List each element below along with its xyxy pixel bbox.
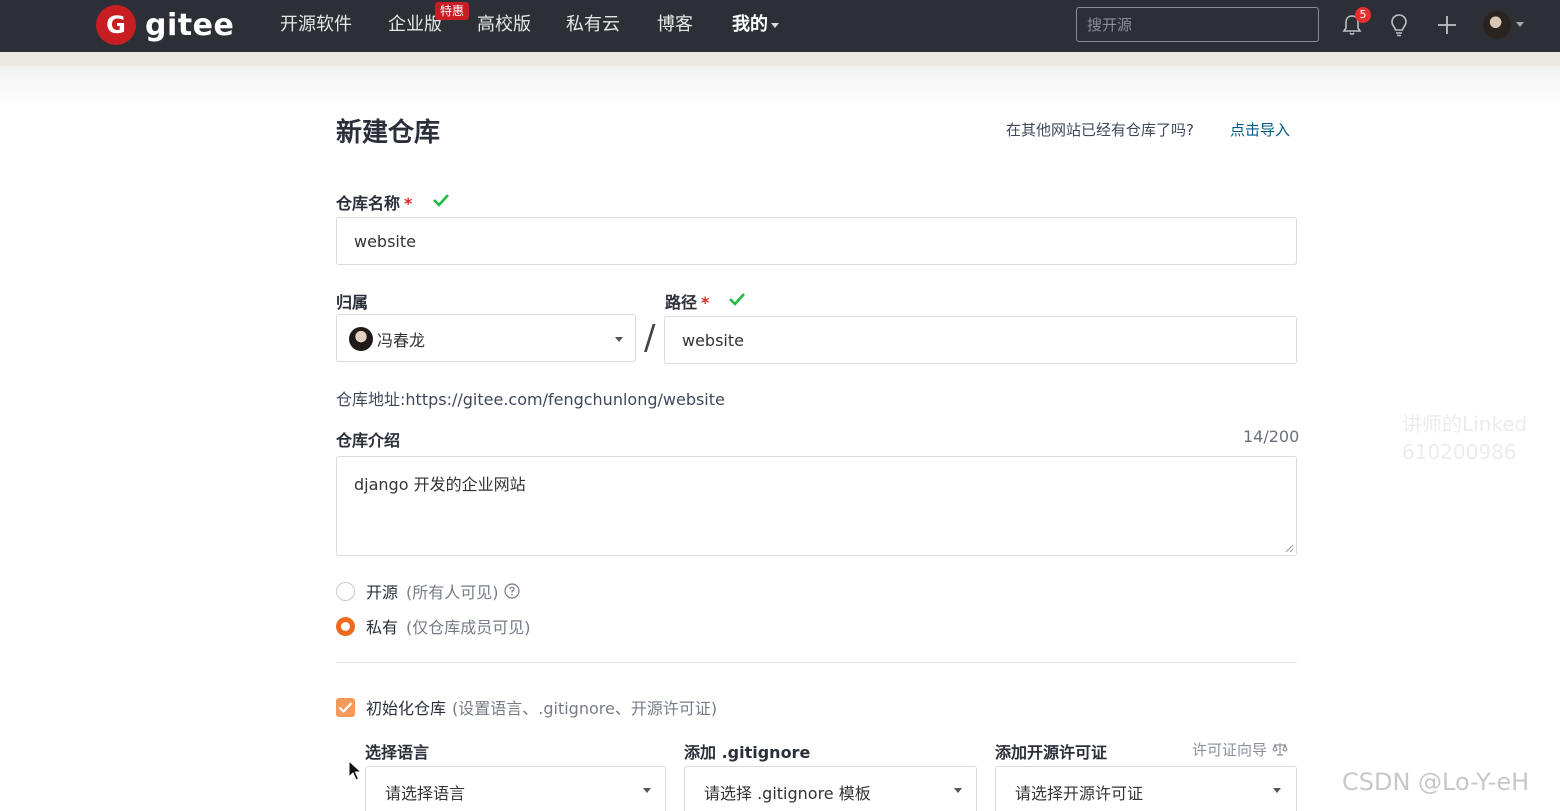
nav-education[interactable]: 高校版 [477,13,531,37]
nav-blog[interactable]: 博客 [657,13,693,37]
visibility-private-option[interactable]: 私有 (仅仓库成员可见) [336,614,531,638]
nav-mine-label: 我的 [732,14,768,35]
language-select[interactable]: 请选择语言 [365,766,666,811]
gitee-logo[interactable]: G gitee [96,5,234,45]
repo-url-line: 仓库地址:https://gitee.com/fengchunlong/webs… [336,386,725,410]
path-input[interactable] [664,316,1297,364]
visibility-public-hint: (所有人可见) [406,583,499,602]
owner-avatar [349,327,373,351]
owner-name: 冯春龙 [377,331,426,350]
gitignore-label: 添加 .gitignore [684,743,811,762]
watermark-line-2: 610200986 [1402,440,1517,464]
init-repo-label: 初始化仓库 [366,699,447,718]
navbar-shadow-strip [0,52,1560,66]
valid-check-icon [433,194,449,207]
csdn-watermark: CSDN @Lo-Y-eH [1342,768,1530,796]
help-icon[interactable] [503,583,520,599]
license-guide-text: 许可证向导 [1192,741,1268,759]
path-label-text: 路径 [665,293,698,312]
init-repo-checkbox[interactable] [336,697,355,717]
page-title: 新建仓库 [336,118,441,148]
valid-check-icon [729,293,745,306]
path-label: 路径 * [665,289,709,313]
top-navbar: G gitee 开源软件 企业版 特惠 高校版 私有云 博客 我的 5 [0,0,1560,52]
license-select[interactable]: 请选择开源许可证 [995,766,1297,811]
chevron-down-icon [615,337,623,342]
chevron-down-icon [954,788,962,793]
visibility-public-radio[interactable] [336,581,355,601]
visibility-public-label: 开源 [366,583,399,602]
description-counter: 14/200 [1243,427,1300,446]
owner-label: 归属 [336,293,369,312]
nav-open-source[interactable]: 开源软件 [280,13,352,37]
license-label: 添加开源许可证 [995,743,1108,762]
required-asterisk: * [404,194,413,213]
visibility-private-radio[interactable] [336,616,355,636]
gitignore-select[interactable]: 请选择 .gitignore 模板 [684,766,977,811]
section-divider [336,662,1297,663]
checkmark-icon [338,701,353,713]
license-select-value: 请选择开源许可证 [1015,784,1144,803]
resize-grip-icon[interactable] [1284,543,1294,553]
enterprise-promo-badge: 特惠 [435,2,470,20]
avatar-chevron-down-icon[interactable] [1516,22,1524,27]
logo-text: gitee [145,7,235,43]
language-label: 选择语言 [365,743,430,762]
init-repo-option[interactable]: 初始化仓库 (设置语言、.gitignore、开源许可证) [336,695,717,719]
description-textarea[interactable]: django 开发的企业网站 [336,456,1297,556]
gitee-logo-mark: G [96,5,136,45]
path-separator: / [644,318,656,358]
language-select-value: 请选择语言 [385,784,466,803]
search-input[interactable] [1076,7,1319,42]
repo-url-label: 仓库地址: [336,390,406,409]
required-asterisk: * [701,293,710,312]
nav-enterprise[interactable]: 企业版 [388,13,442,37]
init-repo-hint: (设置语言、.gitignore、开源许可证) [452,699,718,718]
description-label: 仓库介绍 [336,431,401,450]
lightbulb-icon[interactable] [1386,12,1412,38]
scale-icon [1272,743,1288,756]
watermark-line-1: 讲师的Linked [1402,412,1528,436]
user-avatar[interactable] [1483,11,1511,39]
import-link[interactable]: 点击导入 [1230,119,1290,140]
page-background [0,66,1560,811]
nav-mine[interactable]: 我的 [732,13,779,37]
owner-select[interactable]: 冯春龙 [336,314,636,362]
visibility-private-label: 私有 [366,618,399,637]
repo-url-value: https://gitee.com/fengchunlong/website [405,390,725,409]
repo-name-input[interactable] [336,217,1297,265]
gitignore-select-value: 请选择 .gitignore 模板 [704,784,871,803]
chevron-down-icon [1273,788,1281,793]
nav-private-cloud[interactable]: 私有云 [566,13,620,37]
notification-count-badge: 5 [1355,7,1371,23]
plus-icon[interactable] [1434,12,1460,38]
logo-mark-letter: G [106,11,126,39]
chevron-down-icon [643,788,651,793]
license-guide-link[interactable]: 许可证向导 [1192,739,1288,760]
mouse-cursor-icon [348,760,362,781]
repo-name-label-text: 仓库名称 [336,194,401,213]
visibility-private-hint: (仅仓库成员可见) [406,618,531,637]
repo-name-label: 仓库名称 * [336,190,412,214]
chevron-down-icon [771,22,779,28]
faint-watermark: 讲师的Linked 610200986 [1402,410,1527,466]
visibility-public-option[interactable]: 开源 (所有人可见) [336,579,520,603]
import-prompt: 在其他网站已经有仓库了吗? [1006,121,1194,139]
